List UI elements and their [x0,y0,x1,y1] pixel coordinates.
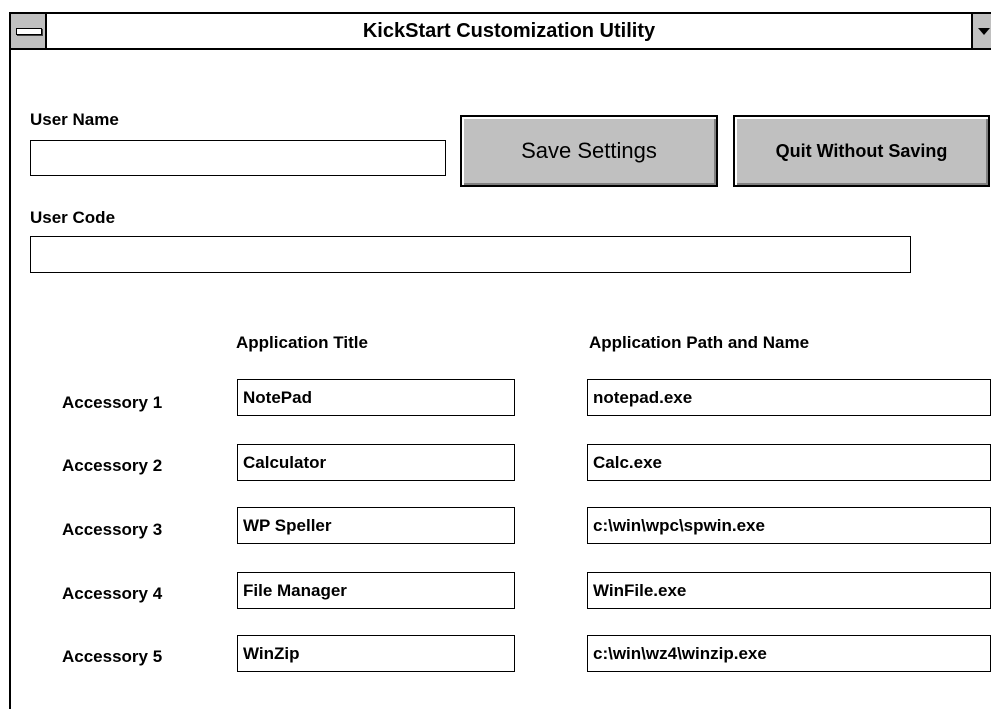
accessory-1-label: Accessory 1 [62,393,163,412]
window-title: KickStart Customization Utility [362,20,656,42]
user-name-input[interactable] [30,140,446,176]
user-code-input[interactable] [30,236,911,273]
user-code-label: User Code [30,208,116,227]
accessory-3-label: Accessory 3 [62,520,163,539]
accessory-4-title-input[interactable] [237,572,515,609]
accessory-4-path-input[interactable] [587,572,991,609]
accessory-2-path-input[interactable] [587,444,991,481]
accessory-5-title-input[interactable] [237,635,515,672]
title-bar: KickStart Customization Utility [11,14,991,50]
window-dropdown-button[interactable] [971,14,991,48]
accessory-3-title-input[interactable] [237,507,515,544]
save-settings-button[interactable]: Save Settings [460,115,718,187]
accessory-2-label: Accessory 2 [62,456,163,475]
user-name-label: User Name [30,110,119,129]
system-menu-button[interactable] [11,14,47,48]
accessory-1-title-input[interactable] [237,379,515,416]
system-menu-icon [16,28,42,35]
chevron-down-icon [978,28,990,35]
quit-without-saving-button[interactable]: Quit Without Saving [733,115,990,187]
application-title-header: Application Title [236,333,368,352]
application-path-header: Application Path and Name [589,333,810,352]
accessory-5-label: Accessory 5 [62,647,163,666]
app-window: KickStart Customization Utility User Nam… [9,12,991,709]
accessory-5-path-input[interactable] [587,635,991,672]
accessory-1-path-input[interactable] [587,379,991,416]
accessory-2-title-input[interactable] [237,444,515,481]
accessory-3-path-input[interactable] [587,507,991,544]
accessory-4-label: Accessory 4 [62,584,163,603]
